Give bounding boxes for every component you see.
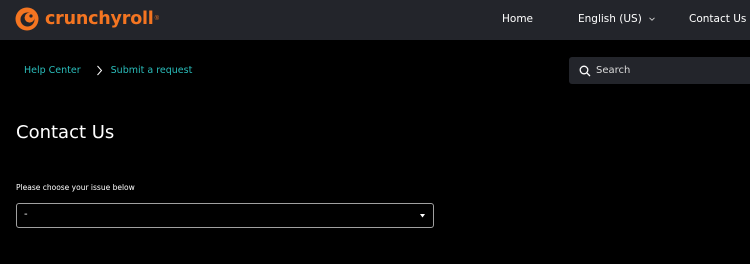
- issue-select-value: -: [24, 209, 28, 220]
- language-dropdown[interactable]: English (US): [578, 0, 656, 40]
- brand-name: crunchyroll: [45, 9, 154, 29]
- search-box[interactable]: [569, 57, 750, 84]
- search-icon: [579, 65, 591, 76]
- crunchyroll-logo[interactable]: crunchyroll ®: [15, 6, 159, 32]
- issue-select-label: Please choose your issue below: [16, 183, 135, 192]
- breadcrumb-help-center[interactable]: Help Center: [24, 65, 81, 76]
- issue-select[interactable]: -: [16, 203, 434, 228]
- nav-contact-us-link[interactable]: Contact Us: [689, 0, 746, 40]
- language-label: English (US): [578, 13, 642, 25]
- chevron-down-icon: [649, 17, 655, 21]
- chevron-right-icon: [96, 65, 102, 76]
- search-input[interactable]: [596, 65, 750, 76]
- nav-home-link[interactable]: Home: [502, 0, 533, 40]
- breadcrumb: Help Center Submit a request: [24, 65, 192, 76]
- breadcrumb-submit-request[interactable]: Submit a request: [111, 65, 193, 76]
- crunchyroll-logo-icon: [15, 7, 39, 31]
- top-navigation-bar: crunchyroll ® Home English (US) Contact …: [0, 0, 750, 40]
- caret-down-icon: [420, 214, 425, 218]
- trademark-symbol: ®: [154, 16, 160, 22]
- page-title: Contact Us: [16, 122, 115, 143]
